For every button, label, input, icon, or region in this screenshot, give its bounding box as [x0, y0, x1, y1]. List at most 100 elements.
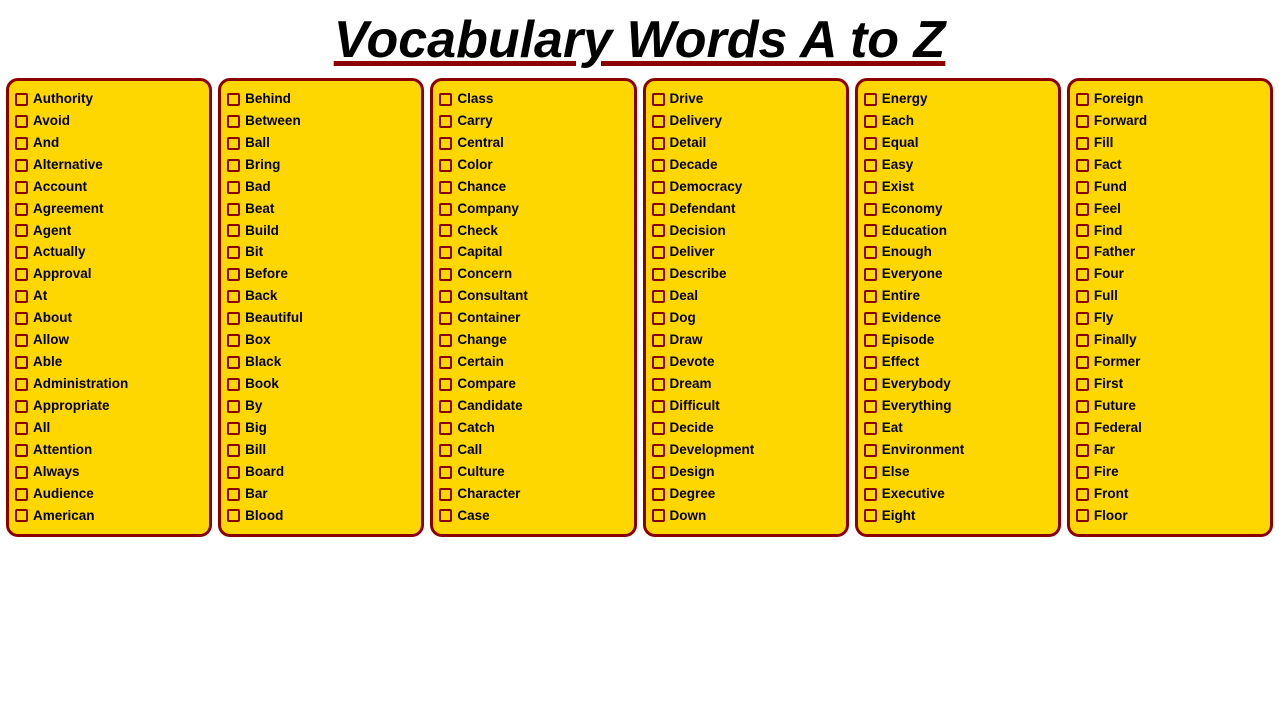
word-label: Dog: [670, 308, 696, 329]
word-label: Case: [457, 506, 489, 527]
checkbox-icon: [652, 422, 665, 435]
checkbox-icon: [15, 203, 28, 216]
word-label: Character: [457, 484, 520, 505]
checkbox-icon: [15, 422, 28, 435]
word-label: Federal: [1094, 418, 1142, 439]
list-item: Bring: [227, 155, 415, 176]
list-item: Attention: [15, 440, 203, 461]
checkbox-icon: [864, 93, 877, 106]
list-item: Else: [864, 462, 1052, 483]
list-item: Bit: [227, 242, 415, 263]
checkbox-icon: [227, 400, 240, 413]
word-label: Effect: [882, 352, 920, 373]
checkbox-icon: [227, 509, 240, 522]
checkbox-icon: [1076, 224, 1089, 237]
word-label: Big: [245, 418, 267, 439]
list-item: Company: [439, 199, 627, 220]
list-item: Bad: [227, 177, 415, 198]
word-label: Attention: [33, 440, 92, 461]
word-label: Check: [457, 221, 498, 242]
word-label: Allow: [33, 330, 69, 351]
checkbox-icon: [1076, 290, 1089, 303]
list-item: Beautiful: [227, 308, 415, 329]
checkbox-icon: [864, 466, 877, 479]
word-label: Energy: [882, 89, 928, 110]
checkbox-icon: [864, 356, 877, 369]
list-item: Federal: [1076, 418, 1264, 439]
checkbox-icon: [652, 509, 665, 522]
list-item: First: [1076, 374, 1264, 395]
checkbox-icon: [439, 334, 452, 347]
word-label: Economy: [882, 199, 943, 220]
list-item: Full: [1076, 286, 1264, 307]
list-item: Always: [15, 462, 203, 483]
checkbox-icon: [227, 422, 240, 435]
checkbox-icon: [1076, 509, 1089, 522]
word-label: Carry: [457, 111, 492, 132]
list-item: Container: [439, 308, 627, 329]
checkbox-icon: [227, 224, 240, 237]
checkbox-icon: [227, 246, 240, 259]
checkbox-icon: [439, 290, 452, 303]
word-label: Environment: [882, 440, 965, 461]
checkbox-icon: [439, 509, 452, 522]
checkbox-icon: [227, 181, 240, 194]
list-item: Before: [227, 264, 415, 285]
list-item: Exist: [864, 177, 1052, 198]
word-label: Bit: [245, 242, 263, 263]
checkbox-icon: [439, 181, 452, 194]
checkbox-icon: [15, 181, 28, 194]
word-label: Appropriate: [33, 396, 110, 417]
list-item: By: [227, 396, 415, 417]
word-label: Foreign: [1094, 89, 1144, 110]
checkbox-icon: [1076, 93, 1089, 106]
list-item: Each: [864, 111, 1052, 132]
list-item: Describe: [652, 264, 840, 285]
checkbox-icon: [15, 400, 28, 413]
word-label: Design: [670, 462, 715, 483]
list-item: Build: [227, 221, 415, 242]
list-item: Fund: [1076, 177, 1264, 198]
word-label: Administration: [33, 374, 128, 395]
checkbox-icon: [864, 422, 877, 435]
list-item: Ball: [227, 133, 415, 154]
word-label: Front: [1094, 484, 1129, 505]
word-label: Black: [245, 352, 281, 373]
list-item: Everything: [864, 396, 1052, 417]
list-item: Environment: [864, 440, 1052, 461]
word-label: Box: [245, 330, 271, 351]
checkbox-icon: [439, 466, 452, 479]
word-label: Concern: [457, 264, 512, 285]
list-item: Deal: [652, 286, 840, 307]
list-item: Devote: [652, 352, 840, 373]
list-item: Decision: [652, 221, 840, 242]
list-item: Compare: [439, 374, 627, 395]
word-label: Capital: [457, 242, 502, 263]
checkbox-icon: [1076, 488, 1089, 501]
checkbox-icon: [864, 203, 877, 216]
list-item: Democracy: [652, 177, 840, 198]
checkbox-icon: [15, 159, 28, 172]
word-label: Back: [245, 286, 277, 307]
word-label: Audience: [33, 484, 94, 505]
list-item: Case: [439, 506, 627, 527]
checkbox-icon: [227, 488, 240, 501]
word-label: Exist: [882, 177, 914, 198]
word-label: Actually: [33, 242, 86, 263]
word-label: Behind: [245, 89, 291, 110]
list-item: Box: [227, 330, 415, 351]
word-label: About: [33, 308, 72, 329]
list-item: And: [15, 133, 203, 154]
word-label: By: [245, 396, 262, 417]
list-item: Dog: [652, 308, 840, 329]
checkbox-icon: [227, 378, 240, 391]
checkbox-icon: [652, 115, 665, 128]
word-label: Deliver: [670, 242, 715, 263]
list-item: At: [15, 286, 203, 307]
list-item: Defendant: [652, 199, 840, 220]
checkbox-icon: [1076, 312, 1089, 325]
list-item: Agreement: [15, 199, 203, 220]
checkbox-icon: [864, 181, 877, 194]
list-item: Carry: [439, 111, 627, 132]
word-label: Executive: [882, 484, 945, 505]
